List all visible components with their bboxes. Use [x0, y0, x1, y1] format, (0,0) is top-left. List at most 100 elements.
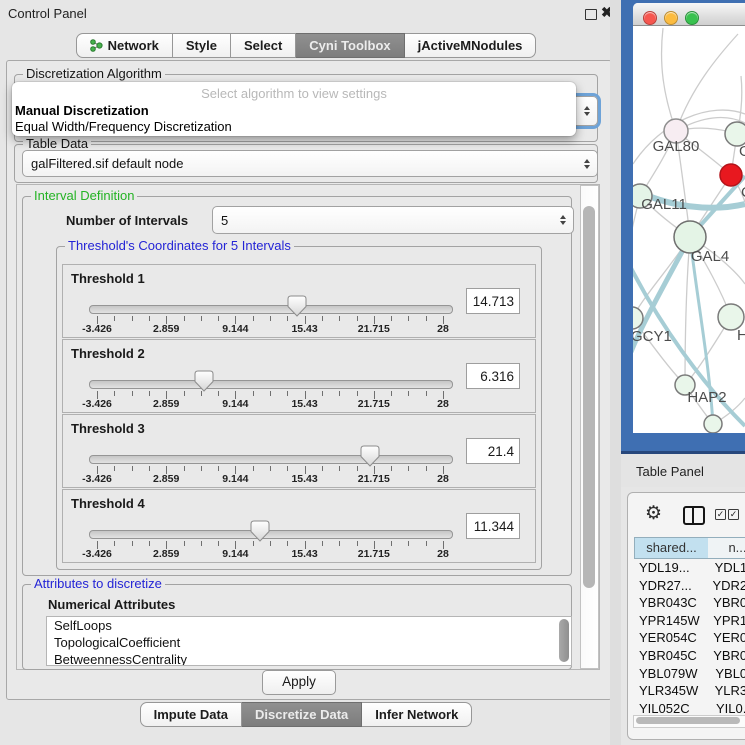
- threshold-value-field[interactable]: 14.713: [466, 288, 520, 314]
- table-row[interactable]: YBR043CYBR0...: [634, 594, 745, 612]
- table-row[interactable]: YBL079WYBL0...: [634, 665, 745, 683]
- table-rows[interactable]: YDL19...YDL1...YDR27...YDR2...YBR043CYBR…: [634, 559, 745, 713]
- bottom-tab-infer-network[interactable]: Infer Network: [362, 702, 472, 727]
- list-scrollbar-thumb[interactable]: [559, 619, 569, 662]
- slider-tick: [322, 316, 323, 321]
- slider-tick: [426, 316, 427, 321]
- cell-shared-name: YIL052C: [634, 700, 709, 713]
- slider-handle[interactable]: [194, 370, 214, 395]
- table-row[interactable]: YPR145WYPR1...: [634, 612, 745, 630]
- cell-shared-name: YBL079W: [634, 665, 708, 683]
- network-view-frame[interactable]: GAL80G.CGAL11GAL4GCY1HHAP2: [621, 0, 745, 454]
- attribute-item-selfloops[interactable]: SelfLoops: [47, 617, 571, 634]
- cell-name: YDR2...: [705, 577, 745, 595]
- numerical-attributes-list[interactable]: SelfLoopsTopologicalCoefficientBetweenne…: [46, 616, 572, 666]
- column-header-name[interactable]: n...: [708, 537, 745, 559]
- algorithm-placeholder-option[interactable]: Select algorithm to view settings: [12, 86, 576, 101]
- tab-cyni-toolbox[interactable]: Cyni Toolbox: [296, 33, 404, 58]
- window-minimize-button[interactable]: [664, 11, 678, 25]
- network-edge[interactable]: [676, 34, 738, 131]
- table-row[interactable]: YIL052CYIL0...: [634, 700, 745, 713]
- slider-track[interactable]: [89, 305, 453, 314]
- table-row[interactable]: YDR27...YDR2...: [634, 577, 745, 595]
- threshold-value-field[interactable]: 6.316: [466, 363, 520, 389]
- slider-tick: [114, 391, 115, 396]
- panel-splitter[interactable]: [610, 0, 621, 745]
- table-row[interactable]: YER054CYER0...: [634, 629, 745, 647]
- node-label-gal4: GAL4: [691, 248, 729, 265]
- horizontal-scrollbar[interactable]: [633, 715, 745, 728]
- cell-name: YBR0...: [706, 647, 745, 665]
- slider-track[interactable]: [89, 530, 453, 539]
- column-split-icon[interactable]: [683, 506, 705, 525]
- table-row[interactable]: YBR045CYBR0...: [634, 647, 745, 665]
- slider-tick: [184, 391, 185, 396]
- slider-tick: [132, 316, 133, 321]
- slider-tick: [270, 316, 271, 321]
- thresholds-group-title: Threshold's Coordinates for 5 Intervals: [65, 238, 294, 253]
- attribute-item-topologicalcoefficient[interactable]: TopologicalCoefficient: [47, 634, 571, 651]
- slider-tick: [114, 316, 115, 321]
- slider-tick: [132, 391, 133, 396]
- bottom-tab-discretize-data[interactable]: Discretize Data: [242, 702, 362, 727]
- window-close-button[interactable]: [643, 11, 657, 25]
- tab-select[interactable]: Select: [231, 33, 296, 58]
- horizontal-scrollbar-thumb[interactable]: [636, 717, 740, 724]
- network-node[interactable]: [720, 164, 742, 186]
- slider-tick-label: 15.43: [291, 473, 317, 485]
- slider-handle[interactable]: [250, 520, 270, 545]
- algorithm-option-equal-width[interactable]: Equal Width/Frequency Discretization: [15, 119, 232, 134]
- table-row[interactable]: YDL19...YDL1...: [634, 559, 745, 577]
- attribute-item-betweennesscentrality[interactable]: BetweennessCentrality: [47, 651, 571, 666]
- table-row[interactable]: YLR345WYLR3...: [634, 682, 745, 700]
- slider-tick-label: 28: [437, 473, 449, 485]
- slider-tick: [253, 391, 254, 396]
- slider-tick: [132, 541, 133, 546]
- slider-tick: [149, 541, 150, 546]
- slider-tick: [253, 316, 254, 321]
- bottom-tab-label: Impute Data: [154, 703, 228, 726]
- tab-style[interactable]: Style: [173, 33, 231, 58]
- network-node[interactable]: [704, 415, 722, 433]
- slider-tick-label: 2.859: [153, 398, 179, 410]
- threshold-label: Threshold 4: [71, 496, 145, 511]
- slider-track[interactable]: [89, 455, 453, 464]
- checkbox-icon[interactable]: ✓: [728, 509, 739, 520]
- checkbox-icon[interactable]: ✓: [715, 509, 726, 520]
- tab-network[interactable]: Network: [76, 33, 173, 58]
- slider-tick-label: -3.426: [82, 548, 112, 560]
- cell-name: YPR1...: [706, 612, 745, 630]
- threshold-value-field[interactable]: 11.344: [466, 513, 520, 539]
- slider-tick: [149, 466, 150, 471]
- node-label-gal80: GAL80: [653, 138, 700, 155]
- table-data-combobox[interactable]: galFiltered.sif default node: [22, 150, 598, 177]
- vertical-scrollbar[interactable]: [580, 185, 599, 669]
- slider-handle[interactable]: [360, 445, 380, 470]
- vertical-scrollbar-thumb[interactable]: [583, 206, 595, 588]
- apply-button[interactable]: Apply: [262, 670, 336, 695]
- number-of-intervals-combobox[interactable]: 5: [212, 206, 574, 234]
- slider-handle[interactable]: [287, 295, 307, 320]
- column-header-shared[interactable]: shared...: [634, 537, 709, 559]
- slider-tick: [201, 466, 202, 471]
- float-window-icon[interactable]: [585, 9, 597, 20]
- slider-tick: [201, 316, 202, 321]
- slider-tick-label: 28: [437, 398, 449, 410]
- network-canvas[interactable]: GAL80G.CGAL11GAL4GCY1HHAP2: [633, 26, 745, 433]
- algorithm-option-manual[interactable]: Manual Discretization: [15, 103, 149, 118]
- slider-track[interactable]: [89, 380, 453, 389]
- threshold-value-field[interactable]: 21.4: [466, 438, 520, 464]
- cell-name: YBL0...: [708, 665, 745, 683]
- slider-tick: [218, 466, 219, 471]
- tab-jactivemnodules[interactable]: jActiveMNodules: [405, 33, 537, 58]
- table-data-title: Table Data: [23, 136, 91, 151]
- threshold-label: Threshold 2: [71, 346, 145, 361]
- gear-icon[interactable]: ⚙: [645, 502, 662, 525]
- bottom-tab-impute-data[interactable]: Impute Data: [140, 702, 242, 727]
- slider-tick-label: 28: [437, 323, 449, 335]
- slider-tick: [132, 466, 133, 471]
- node-label-gal11: GAL11: [641, 196, 687, 213]
- network-edge[interactable]: [662, 28, 676, 131]
- window-zoom-button[interactable]: [685, 11, 699, 25]
- slider-tick: [149, 391, 150, 396]
